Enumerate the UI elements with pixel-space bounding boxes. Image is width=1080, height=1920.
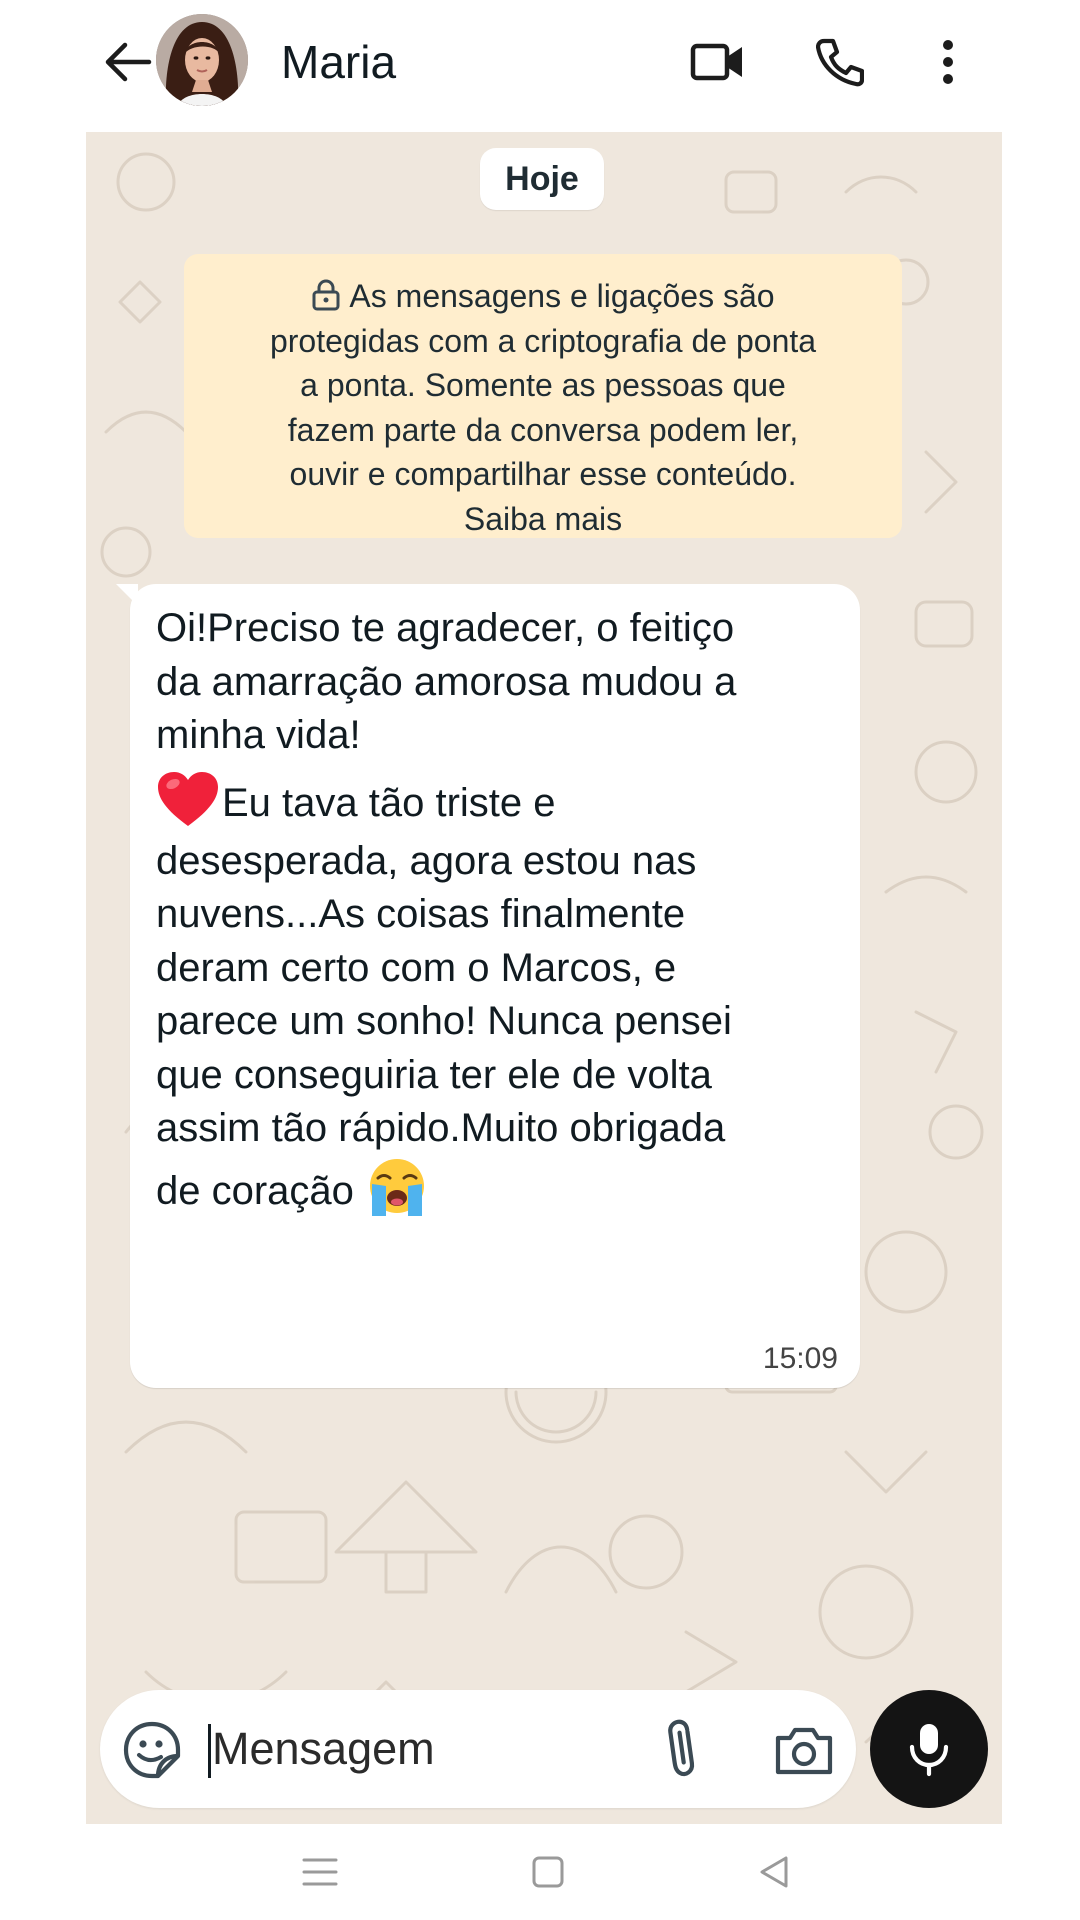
message-line: deram certo com o Marcos, e (156, 945, 677, 990)
message-line-text: de coração (156, 1168, 354, 1213)
message-line: desesperada, agora estou nas (156, 838, 697, 883)
message-text: Oi!Preciso te agradecer, o feitiço da am… (156, 602, 846, 1224)
bubble-tail (116, 584, 138, 606)
message-input[interactable] (212, 1716, 632, 1782)
home-icon (532, 1856, 564, 1888)
notice-text-line: As mensagens e ligações são (349, 278, 775, 314)
message-line: assim tão rápido.Muito obrigada (156, 1106, 726, 1150)
chat-header: Maria (0, 0, 1080, 128)
back-nav-button[interactable] (752, 1850, 796, 1894)
home-button[interactable] (526, 1850, 570, 1894)
message-line: Eu tava tão triste e (156, 770, 846, 835)
video-camera-icon (690, 43, 742, 81)
avatar[interactable] (156, 14, 248, 106)
system-navigation-bar (0, 1824, 1080, 1920)
incoming-message-bubble[interactable]: Oi!Preciso te agradecer, o feitiço da am… (116, 584, 860, 1388)
emoji-button[interactable] (122, 1720, 182, 1780)
loudly-crying-face-emoji (369, 1158, 424, 1216)
chat-area[interactable]: Hoje As mensagens e ligações são protegi… (86, 132, 1002, 1824)
more-vertical-icon (943, 40, 953, 84)
message-line: parece um sonho! Nunca pensei (156, 999, 732, 1043)
attach-button[interactable] (656, 1718, 716, 1782)
encryption-notice[interactable]: As mensagens e ligações são protegidas c… (184, 254, 902, 538)
learn-more-link[interactable]: Saiba mais (204, 497, 882, 542)
back-button[interactable] (98, 32, 158, 92)
paperclip-icon (668, 1719, 695, 1777)
back-triangle-icon (760, 1856, 788, 1888)
message-timestamp: 15:09 (762, 1342, 838, 1375)
message-line: da amarração amorosa mudou a (156, 659, 737, 704)
microphone-icon (909, 1724, 949, 1777)
menu-button[interactable] (916, 30, 980, 94)
message-line: de coração (156, 1156, 846, 1224)
lock-icon (312, 279, 340, 311)
message-line: nuvens...As coisas finalmente (156, 892, 686, 936)
contact-name[interactable]: Maria (281, 32, 396, 92)
video-call-button[interactable] (686, 30, 750, 94)
notice-line-1: As mensagens e ligações são (204, 274, 882, 319)
date-chip: Hoje (480, 148, 604, 210)
notice-text-line: a ponta. Somente as pessoas que (300, 367, 786, 403)
notice-text-line: protegidas com a criptografia de ponta (269, 322, 817, 359)
camera-icon (775, 1727, 833, 1775)
message-paragraph: Oi!Preciso te agradecer, o feitiço da am… (156, 602, 846, 763)
sticker-smiley-icon (123, 1721, 181, 1779)
voice-message-button[interactable] (870, 1690, 988, 1808)
voice-call-button[interactable] (808, 30, 872, 94)
arrow-left-icon (105, 42, 152, 82)
message-line-text: Eu tava tão triste e (222, 780, 556, 825)
message-line: Oi!Preciso te agradecer, o feitiço (156, 606, 735, 650)
menu-icon (302, 1858, 338, 1886)
recents-button[interactable] (298, 1850, 342, 1894)
red-heart-emoji (158, 771, 218, 826)
message-line: minha vida! (156, 713, 361, 757)
notice-text-line: fazem parte da conversa podem ler, (287, 411, 799, 448)
camera-button[interactable] (772, 1720, 836, 1780)
message-paragraph: Eu tava tão triste e desesperada, agora … (156, 770, 846, 1224)
phone-icon (816, 38, 864, 87)
message-composer (100, 1690, 856, 1808)
text-cursor (208, 1724, 211, 1778)
message-line: que conseguiria ter ele de volta (156, 1052, 712, 1097)
notice-text-line: ouvir e compartilhar esse conteúdo. (289, 456, 797, 492)
